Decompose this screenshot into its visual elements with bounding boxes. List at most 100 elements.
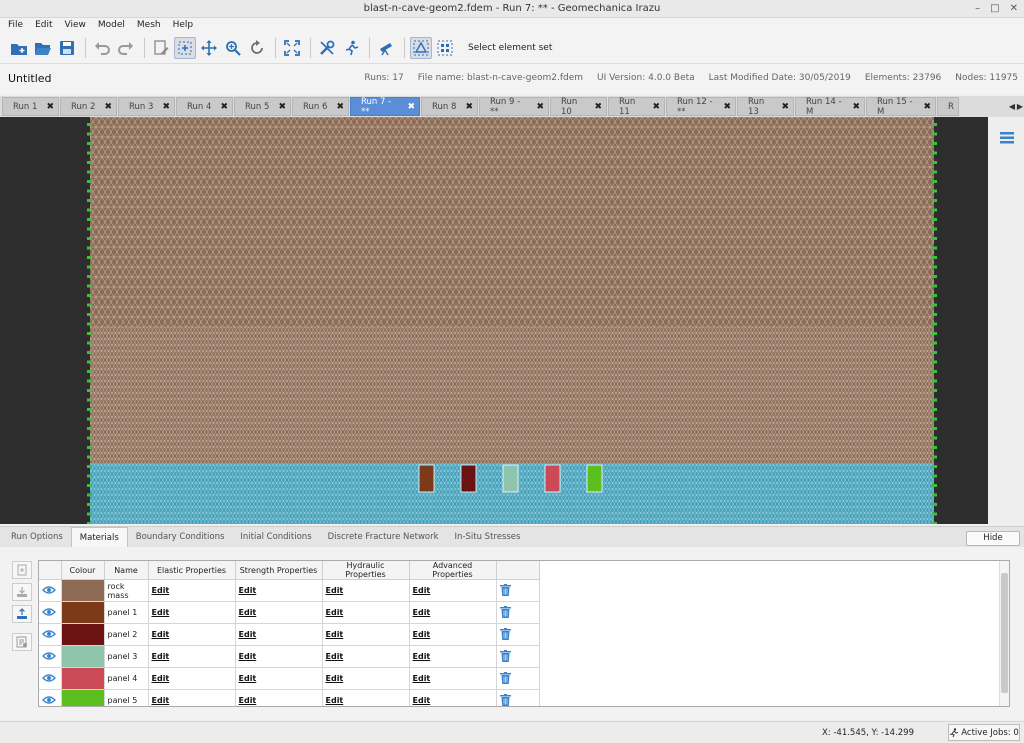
run-tab[interactable]: Run 7 - ** ✖ <box>350 97 420 117</box>
trash-icon[interactable] <box>499 671 511 684</box>
close-tab-icon[interactable]: ✖ <box>536 102 544 112</box>
material-name[interactable]: rock mass <box>104 579 149 602</box>
colour-swatch[interactable] <box>61 602 104 623</box>
material-row[interactable]: panel 5 Edit Edit Edit Edit <box>39 689 540 706</box>
trash-icon[interactable] <box>499 627 511 640</box>
colour-swatch[interactable] <box>61 580 104 601</box>
edit-hydraulic-link[interactable]: Edit <box>322 645 410 668</box>
colour-swatch[interactable] <box>61 668 104 689</box>
menu-help[interactable]: Help <box>173 18 194 32</box>
menu-file[interactable]: File <box>8 18 23 32</box>
open-folder-icon[interactable] <box>32 37 54 59</box>
col-name[interactable]: Name <box>104 561 149 580</box>
scroll-right-icon[interactable]: ▶ <box>1016 96 1024 117</box>
pan-icon[interactable] <box>198 37 220 59</box>
tab-discrete-fracture-network[interactable]: Discrete Fracture Network <box>320 527 447 547</box>
edit-strength-link[interactable]: Edit <box>235 645 323 668</box>
run-tab[interactable]: Run 11 ✖ <box>608 97 665 117</box>
menu-model[interactable]: Model <box>98 18 125 32</box>
trash-icon[interactable] <box>499 583 511 596</box>
menu-mesh[interactable]: Mesh <box>137 18 161 32</box>
export-material-icon[interactable] <box>12 605 32 623</box>
select-element-icon[interactable] <box>410 36 432 59</box>
colour-cell[interactable] <box>61 645 105 668</box>
col-advanced[interactable]: Advanced Properties <box>409 561 497 580</box>
reset-rotation-icon[interactable] <box>246 37 268 59</box>
edit-advanced-link[interactable]: Edit <box>409 689 497 706</box>
tab-materials[interactable]: Materials <box>70 527 128 547</box>
run-tab[interactable]: Run 9 - ** ✖ <box>479 97 549 117</box>
col-colour[interactable]: Colour <box>61 561 105 580</box>
close-tab-icon[interactable]: ✖ <box>852 102 860 112</box>
run-tab[interactable]: Run 13 ✖ <box>737 97 794 117</box>
col-hydraulic[interactable]: Hydraulic Properties <box>322 561 410 580</box>
visibility-cell[interactable] <box>39 667 62 690</box>
material-name[interactable]: panel 5 <box>104 689 149 706</box>
edit-elastic-link[interactable]: Edit <box>148 601 236 624</box>
edit-strength-link[interactable]: Edit <box>235 579 323 602</box>
tab-run-options[interactable]: Run Options <box>3 527 71 547</box>
colour-swatch[interactable] <box>61 624 104 645</box>
visibility-cell[interactable] <box>39 645 62 668</box>
col-strength[interactable]: Strength Properties <box>235 561 323 580</box>
menu-view[interactable]: View <box>65 18 86 32</box>
visibility-cell[interactable] <box>39 623 62 646</box>
eye-icon[interactable] <box>42 651 56 661</box>
close-tab-icon[interactable]: ✖ <box>104 102 112 112</box>
trash-icon[interactable] <box>499 693 511 706</box>
close-tab-icon[interactable]: ✖ <box>723 102 731 112</box>
edit-strength-link[interactable]: Edit <box>235 623 323 646</box>
visibility-cell[interactable] <box>39 689 62 706</box>
edit-hydraulic-link[interactable]: Edit <box>322 689 410 706</box>
eye-icon[interactable] <box>42 629 56 639</box>
material-name[interactable]: panel 1 <box>104 601 149 624</box>
edit-advanced-link[interactable]: Edit <box>409 667 497 690</box>
material-row[interactable]: panel 1 Edit Edit Edit Edit <box>39 601 540 624</box>
run-tab[interactable]: Run 2 ✖ <box>60 97 117 116</box>
edit-advanced-link[interactable]: Edit <box>409 623 497 646</box>
material-row[interactable]: panel 2 Edit Edit Edit Edit <box>39 623 540 646</box>
colour-cell[interactable] <box>61 579 105 602</box>
table-scrollbar[interactable] <box>999 561 1009 706</box>
edit-elastic-link[interactable]: Edit <box>148 579 236 602</box>
close-tab-icon[interactable]: ✖ <box>46 102 54 112</box>
delete-cell[interactable] <box>496 689 540 706</box>
run-icon[interactable] <box>340 37 362 59</box>
col-elastic[interactable]: Elastic Properties <box>148 561 236 580</box>
menu-edit[interactable]: Edit <box>35 18 52 32</box>
edit-hydraulic-link[interactable]: Edit <box>322 579 410 602</box>
edit-elastic-link[interactable]: Edit <box>148 689 236 706</box>
fit-view-icon[interactable] <box>281 37 303 59</box>
close-tab-icon[interactable]: ✖ <box>336 102 344 112</box>
run-tab[interactable]: Run 6 ✖ <box>292 97 349 116</box>
run-tab[interactable]: Run 15 - M ✖ <box>866 97 936 117</box>
delete-cell[interactable] <box>496 645 540 668</box>
edit-strength-link[interactable]: Edit <box>235 667 323 690</box>
material-row[interactable]: rock mass Edit Edit Edit Edit <box>39 579 540 602</box>
close-tab-icon[interactable]: ✖ <box>278 102 286 112</box>
scroll-left-icon[interactable]: ◀ <box>1008 96 1016 117</box>
run-tab[interactable]: R <box>937 97 959 116</box>
edit-advanced-link[interactable]: Edit <box>409 601 497 624</box>
run-tab[interactable]: Run 4 ✖ <box>176 97 233 116</box>
colour-cell[interactable] <box>61 623 105 646</box>
edit-strength-link[interactable]: Edit <box>235 601 323 624</box>
run-tab[interactable]: Run 10 ✖ <box>550 97 607 117</box>
run-tab[interactable]: Run 1 ✖ <box>2 97 59 116</box>
close-tab-icon[interactable]: ✖ <box>220 102 228 112</box>
new-folder-icon[interactable] <box>8 37 30 59</box>
colour-cell[interactable] <box>61 689 105 706</box>
close-tab-icon[interactable]: ✖ <box>923 102 931 112</box>
trash-icon[interactable] <box>499 605 511 618</box>
close-tab-icon[interactable]: ✖ <box>594 102 602 112</box>
eye-icon[interactable] <box>42 585 56 595</box>
run-tab[interactable]: Run 8 ✖ <box>421 97 478 116</box>
eye-icon[interactable] <box>42 695 56 705</box>
eye-icon[interactable] <box>42 607 56 617</box>
mesh-canvas[interactable]: Y X <box>0 117 988 524</box>
material-library-icon[interactable] <box>12 633 32 651</box>
close-tab-icon[interactable]: ✖ <box>465 102 473 112</box>
tab-boundary-conditions[interactable]: Boundary Conditions <box>128 527 233 547</box>
delete-cell[interactable] <box>496 579 540 602</box>
edit-document-icon[interactable] <box>150 37 172 59</box>
